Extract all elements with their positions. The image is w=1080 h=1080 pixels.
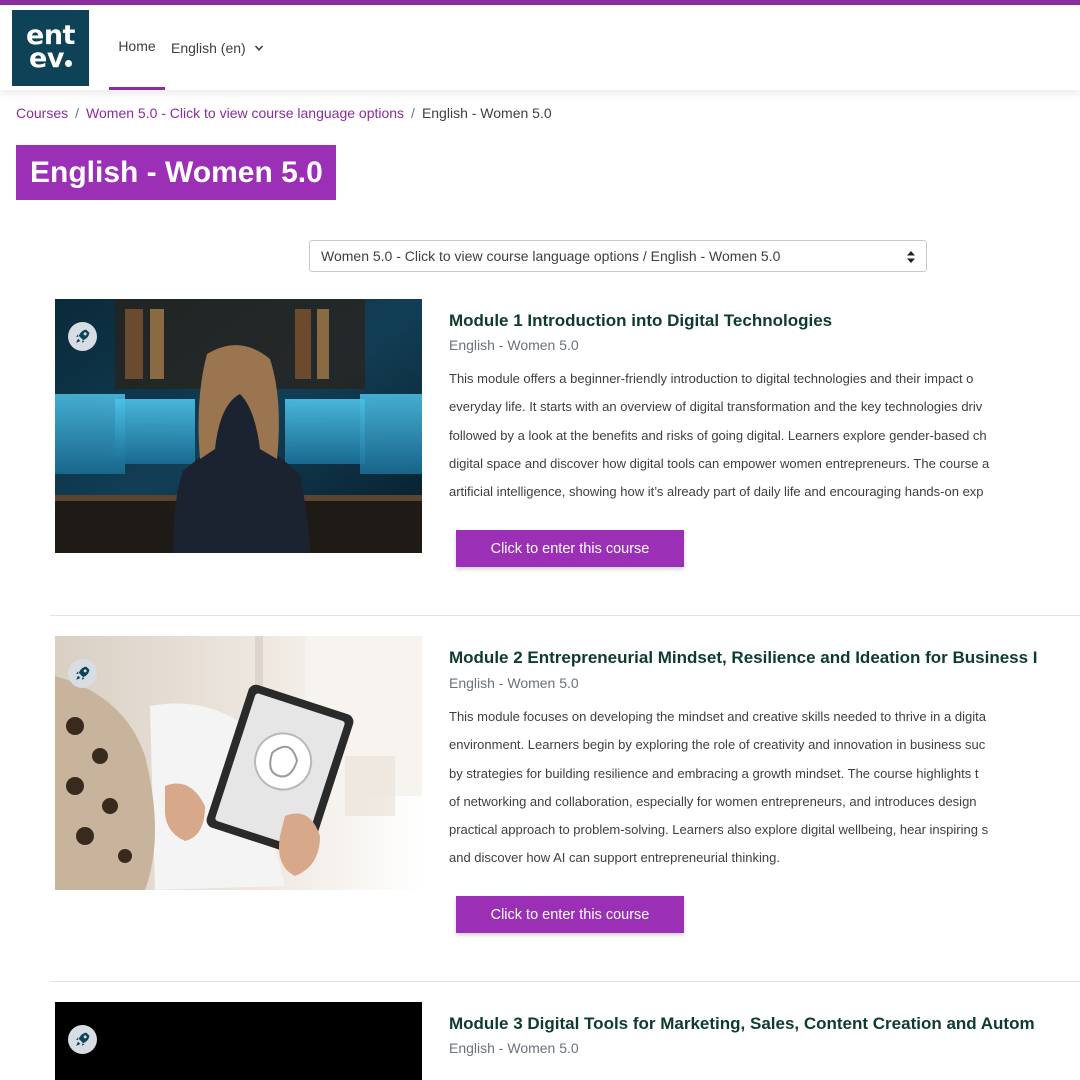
page-title: English - Women 5.0 <box>16 145 336 200</box>
rocket-badge <box>68 659 97 688</box>
enter-course-button[interactable]: Click to enter this course <box>456 896 684 933</box>
rocket-icon <box>76 666 90 680</box>
course-description-line: artificial intelligence, showing how it’… <box>449 484 984 500</box>
logo-line-2: ev <box>29 45 72 72</box>
rocket-icon <box>76 1032 90 1046</box>
course-category: English - Women 5.0 <box>449 675 579 691</box>
rocket-badge <box>68 1025 97 1054</box>
course-description-line: of networking and collaboration, especia… <box>449 793 977 809</box>
breadcrumb-separator: / <box>75 105 80 121</box>
course-description-line: digital space and discover how digital t… <box>449 455 990 471</box>
breadcrumb-current: English - Women 5.0 <box>421 105 552 121</box>
breadcrumb-separator: / <box>411 105 415 121</box>
course-description-line: This module focuses on developing the mi… <box>449 709 986 724</box>
course-image[interactable] <box>55 1002 422 1080</box>
site-logo[interactable]: ent ev <box>12 10 89 86</box>
course-title[interactable]: Module 3 Digital Tools for Marketing, Sa… <box>449 1014 1035 1034</box>
course-category: English - Women 5.0 <box>449 1040 579 1056</box>
course-description-line: environment. Learners begin by exploring… <box>449 737 986 753</box>
course-title[interactable]: Module 1 Introduction into Digital Techn… <box>449 311 832 331</box>
breadcrumb-women-5-0[interactable]: Women 5.0 - Click to view course languag… <box>86 105 404 121</box>
course-1-illustration <box>55 299 422 553</box>
course-image[interactable] <box>55 299 422 553</box>
language-menu[interactable]: English (en) <box>171 5 264 90</box>
course-language-select-value: Women 5.0 - Click to view course languag… <box>321 248 781 264</box>
course-divider <box>50 981 1080 982</box>
rocket-icon <box>76 329 90 343</box>
chevron-down-icon <box>254 44 263 51</box>
rocket-badge <box>68 322 97 351</box>
course-description-line: everyday life. It starts with an overvie… <box>449 399 983 415</box>
course-category: English - Women 5.0 <box>449 337 579 353</box>
course-description-line: This module offers a beginner-friendly i… <box>449 371 974 386</box>
select-arrows-icon <box>907 251 915 263</box>
course-description-line: by strategies for building resilience an… <box>449 765 979 781</box>
nav-home-link[interactable]: Home <box>109 5 165 90</box>
course-description-line: followed by a look at the benefits and r… <box>449 427 987 443</box>
breadcrumb-courses[interactable]: Courses <box>16 105 68 121</box>
language-menu-label: English (en) <box>171 39 246 56</box>
course-description: This module offers a beginner-friendly i… <box>449 365 1080 506</box>
course-2-illustration <box>55 636 422 890</box>
logo-dot <box>64 60 72 67</box>
course-language-select[interactable]: Women 5.0 - Click to view course languag… <box>309 240 927 272</box>
course-description-line: practical approach to problem-solving. L… <box>449 822 989 838</box>
enter-course-button[interactable]: Click to enter this course <box>456 530 684 567</box>
breadcrumb: Courses / Women 5.0 - Click to view cour… <box>16 105 552 121</box>
navbar: ent ev Home English (en) <box>0 5 1080 90</box>
course-title[interactable]: Module 2 Entrepreneurial Mindset, Resili… <box>449 648 1038 668</box>
course-image[interactable] <box>55 636 422 890</box>
course-description: This module focuses on developing the mi… <box>449 703 1080 873</box>
course-description-line: and discover how AI can support entrepre… <box>449 850 780 866</box>
course-divider <box>50 615 1080 616</box>
